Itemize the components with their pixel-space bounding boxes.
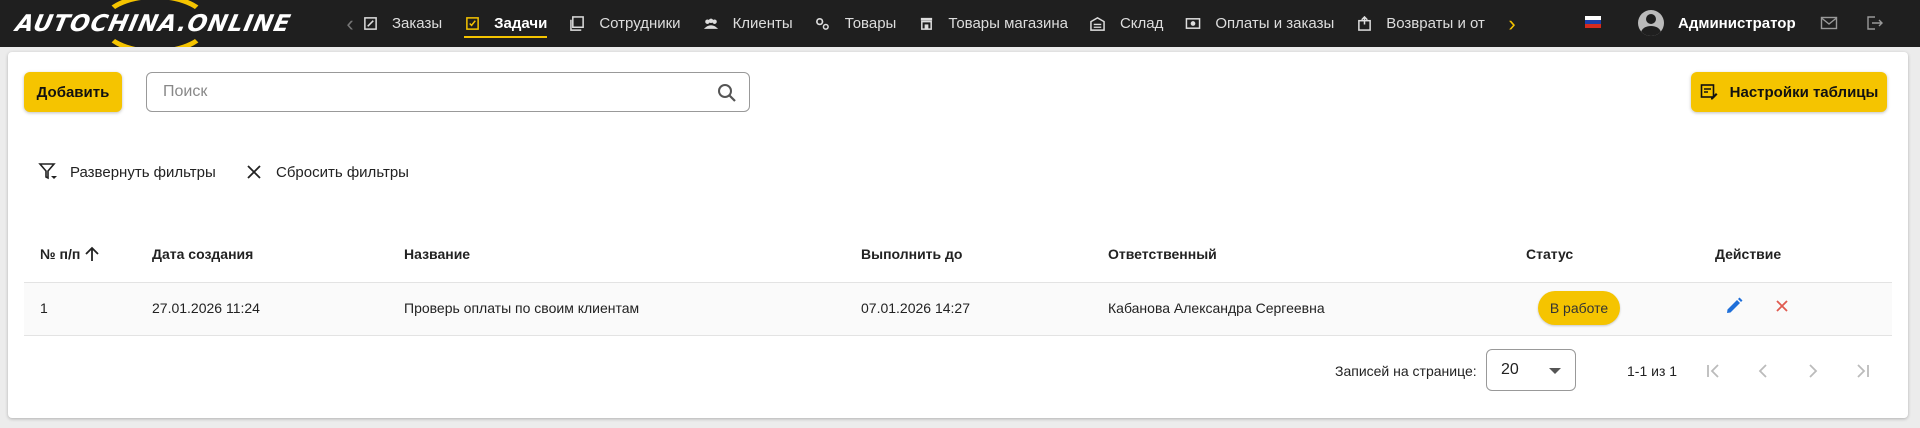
expand-filters-button[interactable]: Развернуть фильтры xyxy=(38,162,216,182)
column-header-due[interactable]: Выполнить до xyxy=(861,246,962,262)
nav-item-employees[interactable]: Сотрудники xyxy=(569,0,681,47)
rows-per-page-select[interactable]: 20 xyxy=(1486,349,1576,391)
returns-icon xyxy=(1356,16,1372,32)
payments-icon xyxy=(1185,16,1201,32)
column-header-label: Выполнить до xyxy=(861,246,963,262)
nav-item-label: Задачи xyxy=(494,15,548,32)
column-header-action: Действие xyxy=(1715,246,1781,262)
table-settings-label: Настройки таблицы xyxy=(1729,83,1879,101)
nav-item-warehouse[interactable]: Склад xyxy=(1090,0,1163,47)
orders-icon xyxy=(362,16,378,32)
nav-item-label: Клиенты xyxy=(732,15,793,32)
search-icon[interactable] xyxy=(717,83,737,103)
column-header-created[interactable]: Дата создания xyxy=(152,246,253,262)
column-header-title[interactable]: Название xyxy=(404,246,470,262)
rows-per-page-value: 20 xyxy=(1501,361,1519,378)
employees-icon xyxy=(569,16,585,32)
cell-assignee: Кабанова Александра Сергеевна xyxy=(1108,300,1325,316)
search-input[interactable] xyxy=(163,83,703,101)
logo-text: AUTOCHINA.ONLINE xyxy=(13,11,294,37)
next-page-icon[interactable] xyxy=(1803,361,1823,381)
pagination-range: 1-1 из 1 xyxy=(1627,363,1678,379)
nav-item-store-products[interactable]: Товары магазина xyxy=(918,0,1068,47)
add-button-label: Добавить xyxy=(36,83,110,101)
status-badge: В работе xyxy=(1538,291,1620,325)
cell-title: Проверь оплаты по своим клиентам xyxy=(404,300,640,316)
chevron-down-icon xyxy=(1549,368,1561,374)
reset-filters-button[interactable]: Сбросить фильтры xyxy=(244,162,409,182)
close-icon xyxy=(244,162,264,182)
column-header-label: Дата создания xyxy=(152,246,254,262)
nav-scroll-right-icon[interactable]: › xyxy=(1504,13,1520,35)
column-header-label: Название xyxy=(404,246,471,262)
content-card: Добавить Настройки таблицы Развернуть фи… xyxy=(8,52,1908,418)
sort-ascending-icon[interactable] xyxy=(84,246,100,262)
last-page-icon[interactable] xyxy=(1853,361,1873,381)
rows-per-page-label: Записей на странице: xyxy=(1335,363,1477,379)
nav-item-label: Товары xyxy=(844,15,897,32)
status-badge-label: В работе xyxy=(1549,300,1609,316)
store-products-icon xyxy=(918,16,934,32)
filter-expand-icon xyxy=(38,162,58,182)
nav-item-clients[interactable]: Клиенты xyxy=(703,0,793,47)
cell-created: 27.01.2026 11:24 xyxy=(152,300,260,316)
logout-icon[interactable] xyxy=(1866,15,1884,31)
column-header-assignee[interactable]: Ответственный xyxy=(1108,246,1217,262)
column-header-label: Статус xyxy=(1526,246,1574,262)
nav-item-label: Оплаты и заказы xyxy=(1215,15,1335,32)
nav-item-tasks[interactable]: Задачи xyxy=(464,0,548,47)
user-name: Администратор xyxy=(1678,14,1796,32)
search-field[interactable] xyxy=(146,72,750,112)
cell-number: 1 xyxy=(40,300,48,316)
column-header-label: Ответственный xyxy=(1108,246,1217,262)
add-button[interactable]: Добавить xyxy=(24,72,122,112)
nav-item-returns[interactable]: Возвраты и от xyxy=(1356,0,1485,47)
nav-item-payments[interactable]: Оплаты и заказы xyxy=(1185,0,1334,47)
column-header-status[interactable]: Статус xyxy=(1526,246,1573,262)
mail-icon[interactable] xyxy=(1820,15,1838,31)
table-settings-button[interactable]: Настройки таблицы xyxy=(1691,72,1887,112)
nav-item-label: Товары магазина xyxy=(948,15,1068,32)
first-page-icon[interactable] xyxy=(1703,361,1723,381)
expand-filters-label: Развернуть фильтры xyxy=(70,163,216,181)
nav-item-orders[interactable]: Заказы xyxy=(362,0,442,47)
products-icon xyxy=(815,16,831,32)
table-settings-icon xyxy=(1700,83,1718,101)
clients-icon xyxy=(703,16,719,32)
delete-icon[interactable] xyxy=(1772,296,1792,316)
reset-filters-label: Сбросить фильтры xyxy=(276,163,409,181)
cell-due: 07.01.2026 14:27 xyxy=(861,300,970,316)
nav-scroll-left-icon[interactable]: ‹ xyxy=(342,13,358,35)
top-navigation-bar: AUTOCHINA.ONLINE ‹ Заказы Задачи Сотрудн… xyxy=(0,0,1920,47)
avatar xyxy=(1638,10,1664,36)
column-header-label: Действие xyxy=(1715,246,1782,262)
nav-item-label: Возвраты и от xyxy=(1386,15,1485,32)
main-nav: Заказы Задачи Сотрудники Клиенты Товары xyxy=(362,0,1504,47)
column-header-number[interactable]: № п/п xyxy=(40,246,100,262)
nav-item-label: Заказы xyxy=(392,15,443,32)
tasks-icon xyxy=(464,16,480,32)
russian-flag-icon[interactable] xyxy=(1585,16,1601,28)
edit-icon[interactable] xyxy=(1724,296,1744,316)
warehouse-icon xyxy=(1090,16,1106,32)
prev-page-icon[interactable] xyxy=(1753,361,1773,381)
logo[interactable]: AUTOCHINA.ONLINE xyxy=(0,0,300,47)
nav-item-products[interactable]: Товары xyxy=(815,0,897,47)
nav-item-label: Склад xyxy=(1119,15,1164,32)
nav-item-label: Сотрудники xyxy=(599,15,681,32)
column-header-label: № п/п xyxy=(40,246,81,262)
user-menu[interactable]: Администратор xyxy=(1638,10,1796,36)
